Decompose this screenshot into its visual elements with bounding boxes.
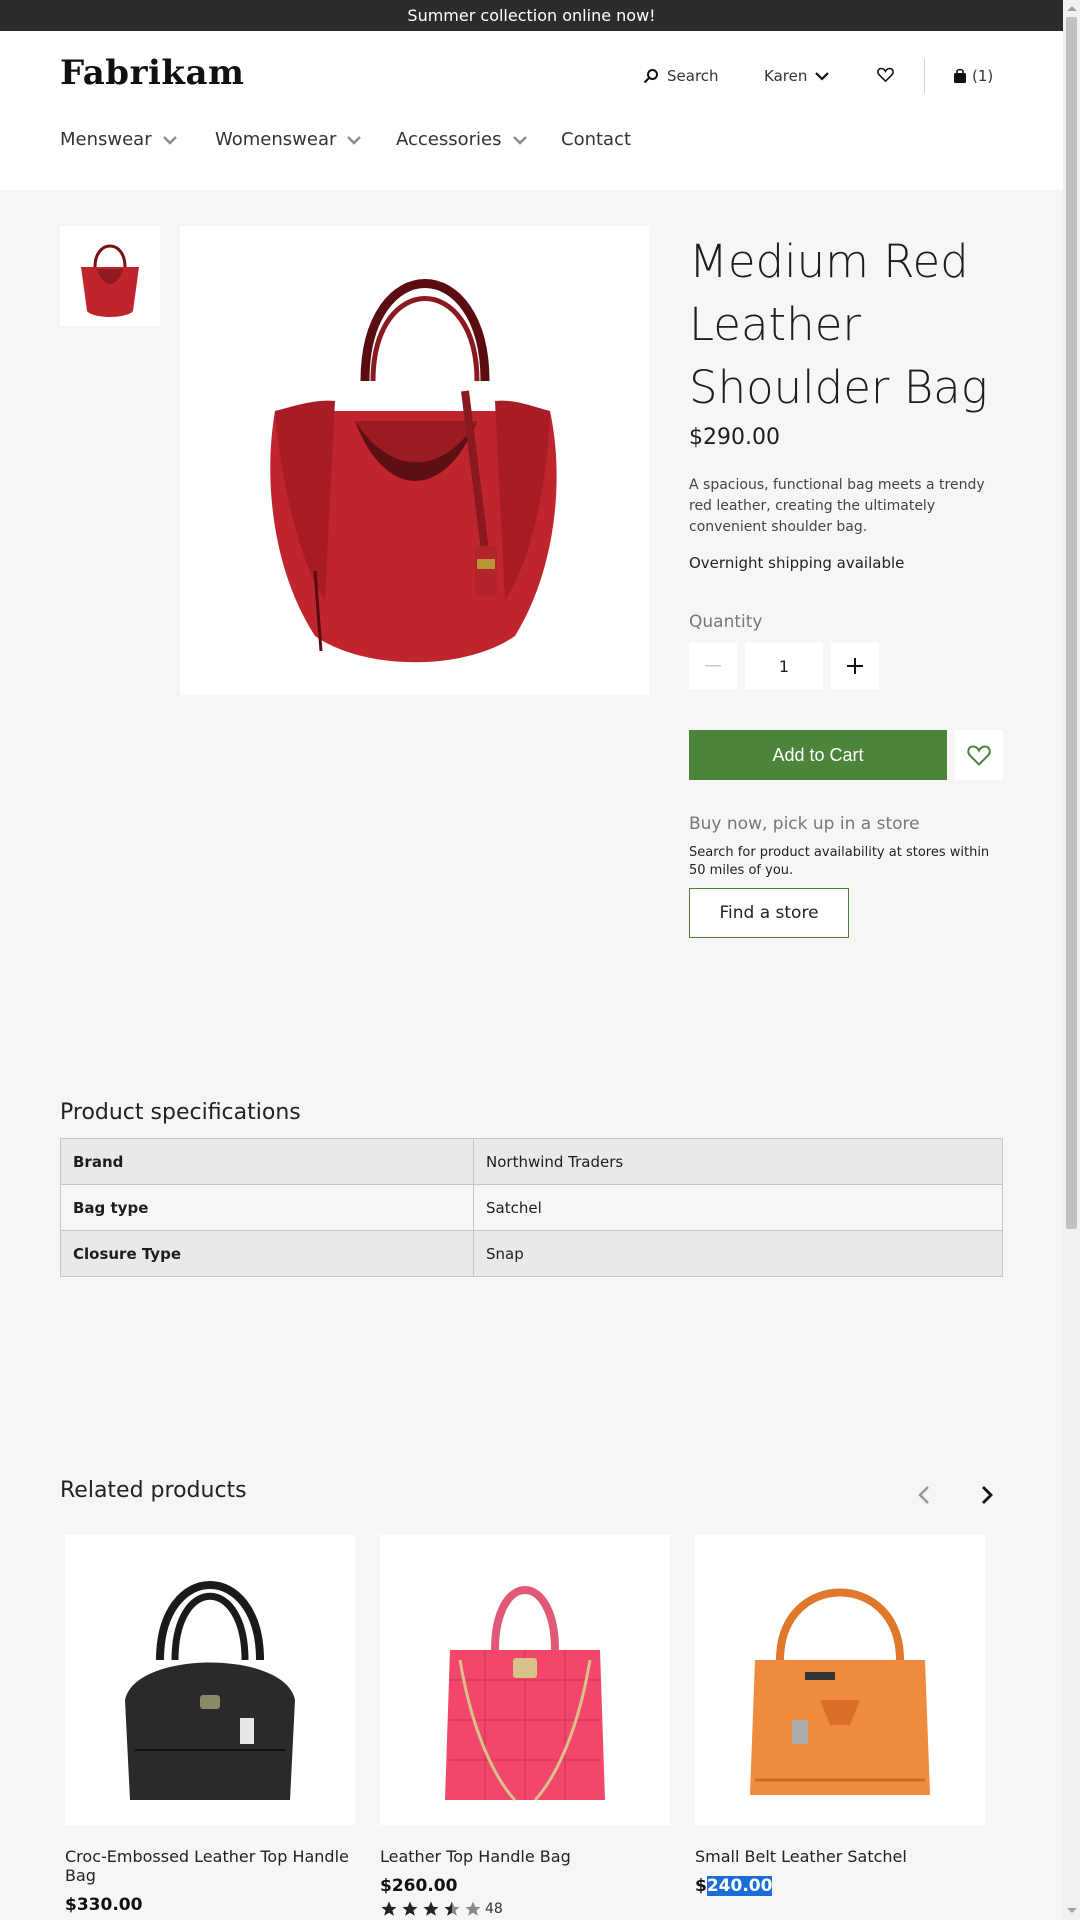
cart-count: (1) (972, 67, 994, 85)
star-full-icon (423, 1901, 439, 1916)
chevron-left-icon (918, 1486, 929, 1504)
search-icon (643, 69, 658, 84)
plus-icon (847, 658, 863, 674)
pickup-title: Buy now, pick up in a store (689, 814, 920, 834)
star-half-icon (444, 1901, 460, 1916)
scroll-down-arrow[interactable] (1067, 1908, 1077, 1913)
price-currency: $ (695, 1876, 707, 1896)
shipping-note: Overnight shipping available (689, 554, 905, 572)
quantity-decrease-button[interactable] (689, 643, 737, 689)
quantity-label: Quantity (689, 612, 763, 632)
find-store-button[interactable]: Find a store (689, 888, 849, 938)
spec-row: Bag type Satchel (60, 1184, 1003, 1231)
carousel-prev-button[interactable] (909, 1480, 939, 1510)
spec-value: Northwind Traders (473, 1138, 1003, 1185)
spec-key: Bag type (60, 1184, 474, 1231)
nav-menswear[interactable]: Menswear (60, 129, 178, 150)
related-product-card[interactable]: Croc-Embossed Leather Top Handle Bag $33… (65, 1535, 355, 1920)
add-to-wishlist-button[interactable] (955, 730, 1003, 780)
pink-quilted-bag-image (445, 1586, 605, 1802)
related-heading: Related products (60, 1478, 247, 1503)
spec-value: Satchel (473, 1184, 1003, 1231)
spec-key: Closure Type (60, 1230, 474, 1277)
chevron-down-icon (347, 135, 362, 145)
scrollbar-thumb[interactable] (1066, 17, 1077, 1229)
heart-icon (877, 67, 894, 82)
chevron-right-icon (982, 1486, 993, 1504)
quantity-input[interactable]: 1 (745, 643, 823, 689)
product-card-image[interactable] (65, 1535, 355, 1825)
site-header: Fabrikam Search Karen (1) Menswear Women… (0, 31, 1063, 190)
product-card-name[interactable]: Leather Top Handle Bag (380, 1847, 670, 1866)
product-description: A spacious, functional bag meets a trend… (689, 477, 985, 535)
site-logo[interactable]: Fabrikam (60, 53, 244, 93)
nav-accessories[interactable]: Accessories (396, 129, 528, 150)
heart-icon (967, 744, 991, 766)
spec-key: Brand (60, 1138, 474, 1185)
chevron-down-icon (162, 135, 177, 145)
product-thumbnail[interactable] (60, 226, 160, 326)
pickup-description: Search for product availability at store… (689, 845, 990, 878)
related-product-card[interactable]: Leather Top Handle Bag $260.00 48 (380, 1535, 670, 1918)
quantity-increase-button[interactable] (831, 643, 879, 689)
nav-accessories-label: Accessories (396, 129, 502, 150)
cart-button[interactable]: (1) (953, 67, 993, 85)
review-count: 48 (485, 1901, 503, 1917)
scroll-up-arrow[interactable] (1067, 6, 1077, 11)
chevron-down-icon (815, 72, 830, 81)
wishlist-button[interactable] (877, 67, 894, 82)
spec-value: Snap (473, 1230, 1003, 1277)
star-full-icon (381, 1901, 397, 1916)
product-title: Medium Red Leather Shoulder Bag (689, 235, 988, 414)
specs-heading: Product specifications (60, 1100, 301, 1125)
product-card-price: $240.00 (695, 1876, 985, 1896)
spec-row: Closure Type Snap (60, 1230, 1003, 1277)
specs-table: Brand Northwind Traders Bag type Satchel… (60, 1138, 1003, 1277)
carousel-next-button[interactable] (972, 1480, 1002, 1510)
chevron-down-icon (512, 135, 527, 145)
product-card-price: $330.00 (65, 1895, 143, 1915)
add-to-cart-button[interactable]: Add to Cart (689, 730, 947, 780)
product-card-image[interactable] (695, 1535, 985, 1825)
product-price: $290.00 (689, 425, 780, 450)
product-card-image[interactable] (380, 1535, 670, 1825)
product-card-rating: 48 (380, 1900, 670, 1918)
product-card-name[interactable]: Croc-Embossed Leather Top Handle Bag (65, 1847, 355, 1885)
black-croc-bag-image (125, 1581, 295, 1800)
product-card-price: $260.00 (380, 1876, 458, 1896)
selected-price-text: 240.00 (706, 1876, 773, 1896)
account-menu[interactable]: Karen (764, 67, 830, 85)
related-product-card[interactable]: Small Belt Leather Satchel $240.00 (695, 1535, 985, 1896)
nav-contact-label: Contact (561, 129, 632, 150)
red-shoulder-bag-image (269, 278, 557, 662)
nav-womenswear[interactable]: Womenswear (215, 129, 362, 150)
star-empty-icon (465, 1901, 481, 1916)
search-label: Search (667, 67, 719, 85)
star-full-icon (402, 1901, 418, 1916)
minus-icon (705, 665, 721, 667)
orange-satchel-image (750, 1588, 930, 1795)
shopping-bag-icon (954, 68, 966, 83)
spec-row: Brand Northwind Traders (60, 1138, 1003, 1185)
nav-contact[interactable]: Contact (561, 129, 631, 150)
product-main-image[interactable] (180, 226, 649, 695)
nav-menswear-label: Menswear (60, 129, 152, 150)
promo-banner: Summer collection online now! (0, 0, 1063, 31)
promo-banner-text: Summer collection online now! (407, 6, 656, 25)
bag-thumbnail-image (81, 244, 139, 317)
search-button[interactable]: Search (643, 67, 719, 85)
page-scrollbar[interactable] (1063, 0, 1080, 1920)
product-card-name[interactable]: Small Belt Leather Satchel (695, 1847, 985, 1866)
header-divider (924, 59, 925, 93)
nav-womenswear-label: Womenswear (215, 129, 337, 150)
account-name: Karen (764, 67, 808, 85)
